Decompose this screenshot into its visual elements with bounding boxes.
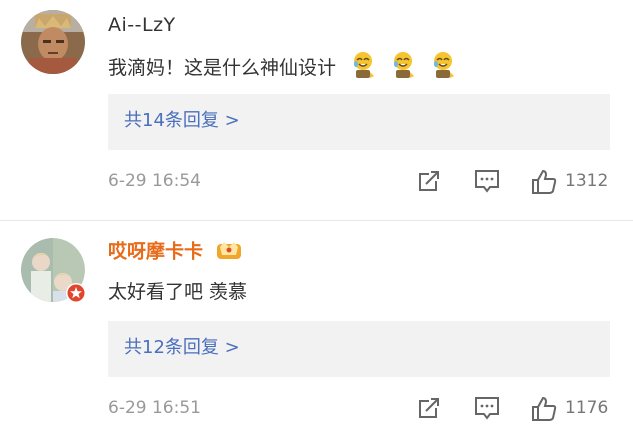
timestamp: 6-29 16:51 <box>108 398 201 418</box>
like-count: 1176 <box>565 398 609 418</box>
comment-item: 哎呀摩卡卡 太好看了吧 羡慕 共12条回复 > 6-29 16:51 1176 <box>0 221 633 429</box>
comment-icon <box>475 170 499 193</box>
comment-item: Ai--LzY 我滴妈！这是什么神仙设计 共14条回复 > 6-29 16:54… <box>0 0 633 220</box>
username-text: 哎呀摩卡卡 <box>108 240 204 263</box>
reply-box: 共14条回复 > <box>108 94 610 150</box>
comment-text: 太好看了吧 羡慕 <box>108 281 248 303</box>
reply-box: 共12条回复 > <box>108 321 610 377</box>
comment-text-content: 我滴妈！这是什么神仙设计 <box>108 57 337 79</box>
username[interactable]: Ai--LzY <box>108 13 176 37</box>
crying-laughing-emoji-icon <box>392 50 416 87</box>
like-count: 1312 <box>565 171 609 191</box>
like-button[interactable] <box>530 168 558 196</box>
thumbs-up-icon <box>532 169 557 194</box>
timestamp: 6-29 16:54 <box>108 171 201 191</box>
share-button[interactable] <box>416 395 442 421</box>
comment-text: 我滴妈！这是什么神仙设计 <box>108 50 456 87</box>
share-icon <box>419 171 439 191</box>
share-icon <box>419 398 439 418</box>
comment-meta: 6-29 16:51 1176 <box>0 395 633 425</box>
share-button[interactable] <box>416 168 442 194</box>
verified-badge-icon <box>66 283 86 303</box>
username[interactable]: 哎呀摩卡卡 <box>108 238 242 266</box>
view-replies-link[interactable]: 共14条回复 > <box>124 109 240 133</box>
comment-icon <box>475 397 499 420</box>
comment-meta: 6-29 16:54 1312 <box>0 168 633 198</box>
view-replies-link[interactable]: 共12条回复 > <box>124 336 240 360</box>
comment-button[interactable] <box>473 168 501 194</box>
like-button[interactable] <box>530 395 558 423</box>
avatar[interactable] <box>21 10 85 74</box>
comment-button[interactable] <box>473 395 501 421</box>
crying-laughing-emoji-icon <box>352 50 376 87</box>
avatar[interactable] <box>21 238 86 303</box>
crying-laughing-emoji-icon <box>432 50 456 87</box>
thumbs-up-icon <box>532 396 557 421</box>
vip-crown-icon <box>216 238 242 266</box>
